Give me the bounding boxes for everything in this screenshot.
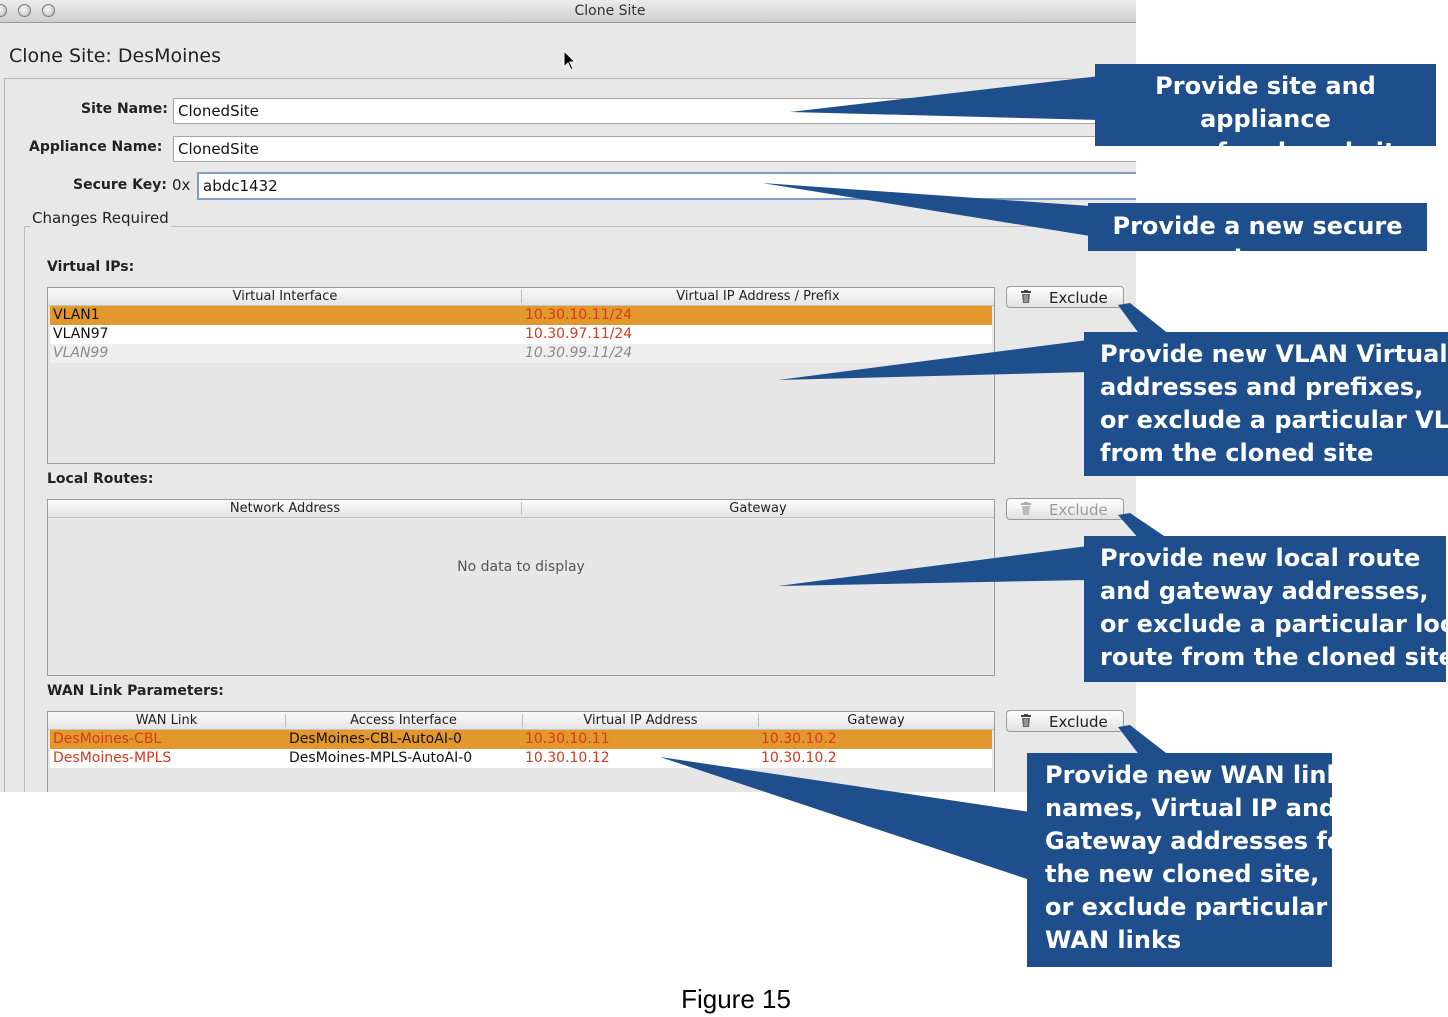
- callout-routes: Provide new local route and gateway addr…: [1084, 536, 1446, 682]
- callout-line: Provide a new secure key: [1112, 212, 1403, 273]
- callout-line: WAN links: [1045, 926, 1182, 954]
- callout-line: from the cloned site: [1100, 439, 1374, 467]
- callout-site-names: Provide site and appliance names for clo…: [1095, 64, 1436, 166]
- callout-line: Provide new VLAN Virtual IP: [1100, 340, 1448, 368]
- callout-line: names, Virtual IP and: [1045, 794, 1332, 822]
- callout-vlan: Provide new VLAN Virtual IP addresses an…: [1084, 332, 1448, 476]
- callout-line: names for cloned site: [1119, 138, 1412, 166]
- callout-line: Provide new local route: [1100, 544, 1421, 572]
- callout-pointer-site-names: [790, 76, 1100, 120]
- callout-line: the new cloned site,: [1045, 860, 1320, 888]
- callout-line: or exclude a particular VLAN: [1100, 406, 1448, 434]
- callout-line: route from the cloned site: [1100, 643, 1446, 671]
- callout-line: and gateway addresses,: [1100, 577, 1429, 605]
- callout-pointer-secure-key: [762, 183, 1090, 236]
- figure-caption: Figure 15: [681, 984, 791, 1014]
- callout-line: Gateway addresses for: [1045, 827, 1332, 855]
- callout-pointer-wan-exclude: [1118, 725, 1170, 756]
- callout-pointer-vlan-exclude: [1118, 303, 1170, 335]
- callout-pointer-vlan: [778, 340, 1088, 380]
- callout-line: Provide site and appliance: [1155, 72, 1376, 133]
- callout-line: Provide new WAN link: [1045, 761, 1332, 789]
- callout-line: or exclude particular: [1045, 893, 1328, 921]
- callout-pointer-wan: [660, 757, 1030, 880]
- callout-line: addresses and prefixes,: [1100, 373, 1424, 401]
- callout-pointer-routes: [778, 546, 1088, 586]
- callout-secure-key: Provide a new secure key: [1088, 203, 1427, 273]
- callout-wan: Provide new WAN link names, Virtual IP a…: [1027, 753, 1332, 967]
- callout-line: or exclude a particular local: [1100, 610, 1446, 638]
